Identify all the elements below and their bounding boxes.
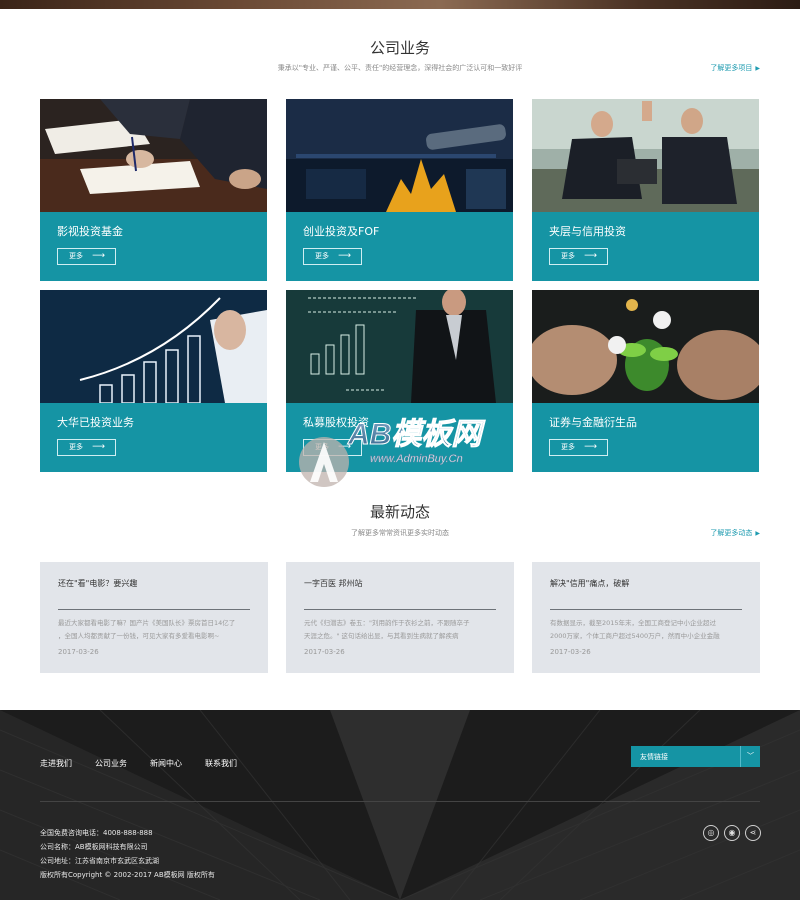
wechat-icon[interactable]: ◎ <box>703 825 719 841</box>
service-card-private-equity[interactable]: 私募股权投资 更多 ⟶ <box>286 290 513 472</box>
footer-nav-contact[interactable]: 联系我们 <box>205 758 237 769</box>
footer-nav-about[interactable]: 走进我们 <box>40 758 72 769</box>
card-more-label: 更多 <box>561 252 575 260</box>
long-arrow-right-icon: ⟶ <box>92 442 105 452</box>
news-section-title: 最新动态 <box>369 503 430 521</box>
card-title: 影视投资基金 <box>57 225 123 238</box>
news-date: 2017-03-26 <box>304 648 345 656</box>
friend-links-select[interactable]: 友情链接 ﹀ <box>631 746 760 767</box>
news-date: 2017-03-26 <box>550 648 591 656</box>
card-image-high-five <box>532 99 759 212</box>
card-more-label: 更多 <box>561 443 575 451</box>
footer-company: 公司名称：AB模板网科技有限公司 <box>40 843 148 851</box>
footer-address: 公司地址：江苏省南京市玄武区玄武湖 <box>40 857 159 865</box>
card-more-button[interactable]: 更多 ⟶ <box>57 248 116 265</box>
business-section-title: 公司业务 <box>369 39 430 57</box>
card-title: 创业投资及FOF <box>303 225 380 238</box>
news-excerpt: 最近大家都看电影了嘛？国产片《美国队长》票房首日14亿了 ，全国人均都贡献了一份钱… <box>58 617 253 643</box>
news-item[interactable]: 解决"信用"痛点，破解 有数据显示，截至2015年末，全国工商登记中小企业超过 2… <box>532 562 760 673</box>
card-title: 私募股权投资 <box>303 416 369 429</box>
footer-divider <box>40 801 760 802</box>
long-arrow-right-icon: ⟶ <box>338 251 351 261</box>
card-image-chalkboard <box>286 290 513 403</box>
card-more-label: 更多 <box>69 443 83 451</box>
card-more-button[interactable]: 更多 ⟶ <box>549 439 608 456</box>
more-projects-label: 了解更多项目 <box>710 64 753 72</box>
more-news-label: 了解更多动态 <box>710 529 753 537</box>
card-more-button[interactable]: 更多 ⟶ <box>303 439 362 456</box>
card-more-label: 更多 <box>315 443 329 451</box>
card-title: 夹层与信用投资 <box>549 225 626 238</box>
card-more-button[interactable]: 更多 ⟶ <box>549 248 608 265</box>
footer-nav-news[interactable]: 新闻中心 <box>150 758 182 769</box>
card-title: 大华已投资业务 <box>57 416 134 429</box>
footer-copyright: 版权所有Copyright © 2002-2017 AB模板网 版权所有 <box>40 871 215 879</box>
business-section-subtitle: 秉承以"专业、严谨、公平、责任"的经营理念，深得社会的广泛认可和一致好评 <box>277 64 523 72</box>
news-item[interactable]: 还在"看"电影？要兴趣 最近大家都看电影了嘛？国产片《美国队长》票房首日14亿了… <box>40 562 268 673</box>
news-excerpt-line: 元代《归潜志》卷五："刘用韵作于衣衫之前，不跟随卒子 <box>304 619 470 627</box>
news-title: 一字百医 邦州站 <box>304 579 363 588</box>
service-card-mezzanine[interactable]: 夹层与信用投资 更多 ⟶ <box>532 99 759 281</box>
news-item[interactable]: 一字百医 邦州站 元代《归潜志》卷五："刘用韵作于衣衫之前，不跟随卒子 天涯之危。… <box>286 562 514 673</box>
news-section-subtitle: 了解更多常常资讯更多实时动态 <box>351 529 449 537</box>
share-icon[interactable]: ⋖ <box>745 825 761 841</box>
service-card-invested[interactable]: 大华已投资业务 更多 ⟶ <box>40 290 267 472</box>
card-image-growth-chart <box>40 290 267 403</box>
arrow-right-icon: ▶ <box>755 530 760 537</box>
card-more-button[interactable]: 更多 ⟶ <box>303 248 362 265</box>
long-arrow-right-icon: ⟶ <box>338 442 351 452</box>
news-divider <box>550 609 742 610</box>
news-date: 2017-03-26 <box>58 648 99 656</box>
news-excerpt-line: 天涯之危。" 这句话给出显，与其看到生病就了解疾病 <box>304 632 459 640</box>
news-excerpt-line: 有数据显示，截至2015年末，全国工商登记中小企业超过 <box>550 619 717 627</box>
long-arrow-right-icon: ⟶ <box>584 251 597 261</box>
card-more-button[interactable]: 更多 ⟶ <box>57 439 116 456</box>
top-banner-strip <box>0 0 800 9</box>
card-image-plant-hands <box>532 290 759 403</box>
service-card-film-fund[interactable]: 影视投资基金 更多 ⟶ <box>40 99 267 281</box>
news-excerpt-line: 2000万家，个体工商户超过5400万户，然而中小企业金融 <box>550 632 720 640</box>
service-card-securities[interactable]: 证券与金融衍生品 更多 ⟶ <box>532 290 759 472</box>
news-excerpt: 元代《归潜志》卷五："刘用韵作于衣衫之前，不跟随卒子 天涯之危。" 这句话给出显，… <box>304 617 499 643</box>
weibo-icon[interactable]: ◉ <box>724 825 740 841</box>
card-more-label: 更多 <box>315 252 329 260</box>
arrow-right-icon: ▶ <box>755 65 760 72</box>
footer-nav-business[interactable]: 公司业务 <box>95 758 127 769</box>
long-arrow-right-icon: ⟶ <box>584 442 597 452</box>
chevron-down-icon: ﹀ <box>740 746 760 767</box>
card-image-signing <box>40 99 267 212</box>
more-projects-link[interactable]: 了解更多项目 ▶ <box>710 63 760 73</box>
news-excerpt-line: ，全国人均都贡献了一份钱，可见大家有多爱看电影啊~ <box>58 632 220 640</box>
news-title: 还在"看"电影？要兴趣 <box>58 579 138 588</box>
more-news-link[interactable]: 了解更多动态 ▶ <box>710 528 760 538</box>
news-divider <box>58 609 250 610</box>
card-more-label: 更多 <box>69 252 83 260</box>
news-divider <box>304 609 496 610</box>
news-excerpt: 有数据显示，截至2015年末，全国工商登记中小企业超过 2000万家，个体工商户超… <box>550 617 745 643</box>
card-title: 证券与金融衍生品 <box>549 416 637 429</box>
news-excerpt-line: 最近大家都看电影了嘛？国产片《美国队长》票房首日14亿了 <box>58 619 236 627</box>
site-footer: 走进我们 公司业务 新闻中心 联系我们 友情链接 ﹀ 全国免费咨询电话：4008… <box>0 710 800 900</box>
long-arrow-right-icon: ⟶ <box>92 251 105 261</box>
card-image-pen-chart <box>286 99 513 212</box>
friend-links-label: 友情链接 <box>640 753 668 761</box>
service-card-venture[interactable]: 创业投资及FOF 更多 ⟶ <box>286 99 513 281</box>
footer-hotline: 全国免费咨询电话：4008-888-888 <box>40 829 153 837</box>
news-title: 解决"信用"痛点，破解 <box>550 579 630 588</box>
